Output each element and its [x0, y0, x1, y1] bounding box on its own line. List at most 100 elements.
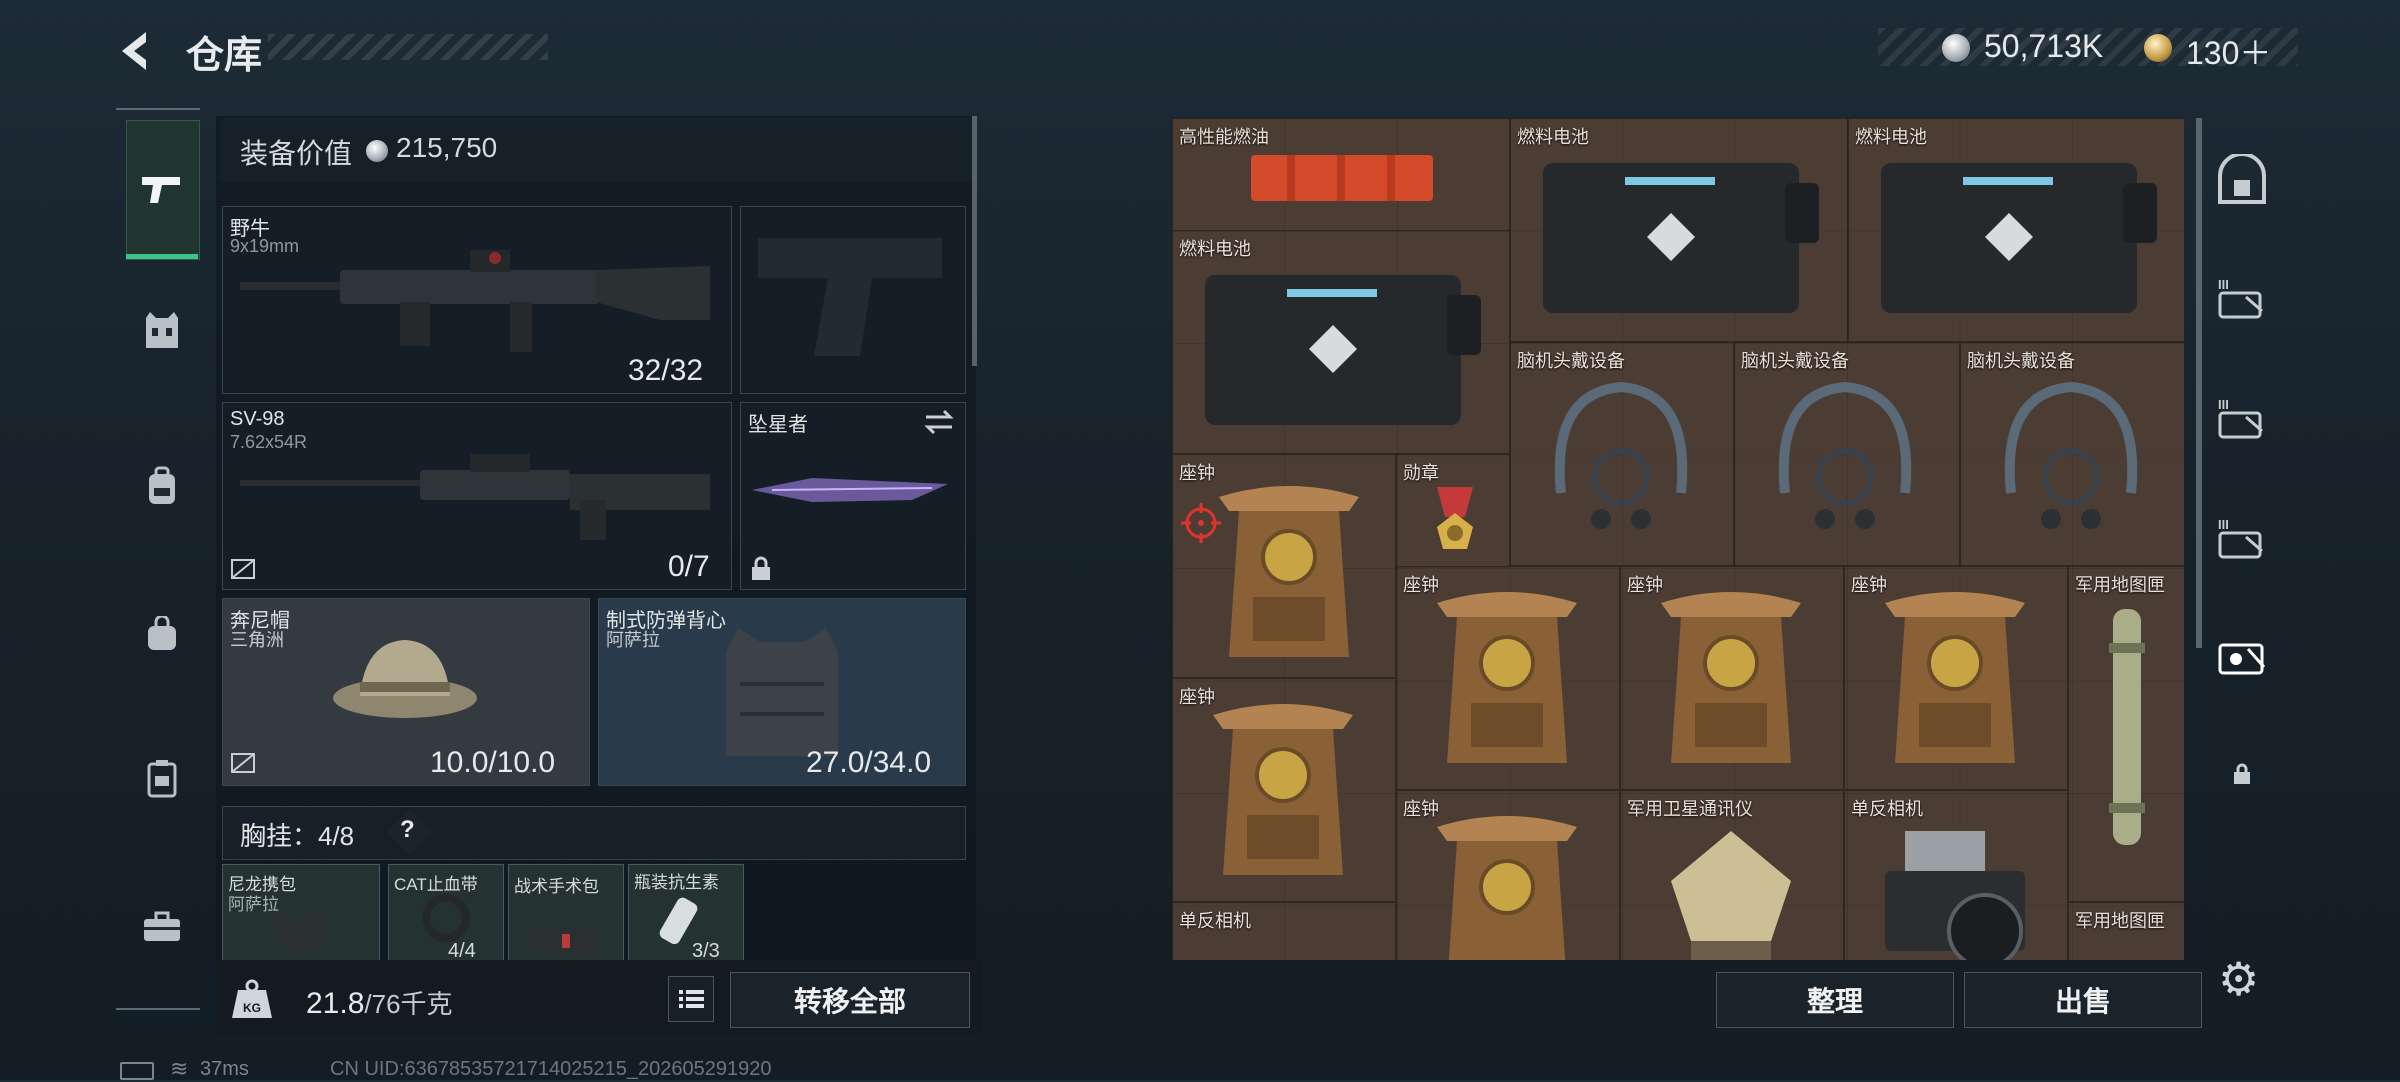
primary-weapon-ammo: 32/32 — [628, 354, 704, 387]
settings-gear-icon[interactable]: ⚙ — [2218, 952, 2259, 1006]
equipment-value-label: 装备价值 — [240, 138, 353, 169]
gold-coin-icon — [2144, 34, 2172, 62]
silver-currency-value: 50,713K — [1984, 28, 2104, 64]
grid-item[interactable]: 座钟 — [1844, 566, 2068, 790]
ping-readout: 37ms — [200, 1058, 249, 1080]
grid-item[interactable]: 座钟 — [1172, 454, 1396, 678]
grid-item[interactable]: 座钟 — [1396, 790, 1620, 960]
medal-image — [1437, 487, 1473, 549]
rail-item-bag[interactable] — [132, 604, 192, 664]
rail-item-case[interactable]: III — [2214, 270, 2270, 326]
item-name: 军用地图匣 — [2075, 575, 2165, 595]
safe-box-icon — [2218, 154, 2266, 204]
item-name: 高性能燃油 — [1179, 127, 1269, 147]
list-view-button[interactable] — [668, 976, 714, 1022]
title-decoration — [268, 34, 548, 60]
brain-headset-image — [2004, 381, 2138, 529]
armor-sub: 阿萨拉 — [606, 630, 660, 650]
rail-item-toolbox[interactable] — [132, 896, 192, 956]
rail-item-locker[interactable] — [132, 748, 192, 808]
grid-item[interactable]: 脑机头戴设备 — [1960, 342, 2184, 566]
grid-item[interactable]: 座钟 — [1396, 566, 1620, 790]
bag-icon — [148, 616, 176, 650]
rail-item-armor[interactable] — [132, 300, 192, 360]
surgical-kit-image — [530, 926, 602, 956]
backpack-icon — [149, 466, 175, 504]
item-name: 军用地图匣 — [2075, 911, 2165, 931]
grid-item[interactable]: 军用卫星通讯仪 — [1620, 790, 1844, 960]
grid-item[interactable]: 座钟 — [1172, 678, 1396, 902]
rail-item-case[interactable]: III — [2214, 510, 2270, 566]
sell-button[interactable]: 出售 — [1964, 972, 2202, 1028]
page-title: 仓库 — [186, 35, 263, 77]
toolbox-icon — [144, 911, 180, 941]
boonie-hat-image — [333, 640, 477, 718]
grid-item[interactable]: 军用地图匣 — [2068, 566, 2184, 902]
map-tube-image — [2109, 609, 2145, 845]
weight-icon: KG — [232, 979, 272, 1018]
sniper-rifle-image — [240, 454, 710, 540]
swap-icon[interactable] — [922, 408, 956, 436]
back-button[interactable] — [112, 26, 162, 76]
rail-item-safe-box[interactable] — [2214, 152, 2270, 208]
silver-coin-icon — [1942, 34, 1970, 62]
melee-name: 坠星者 — [748, 414, 808, 436]
no-insure-icon — [231, 559, 255, 579]
knife-image — [752, 478, 948, 502]
svg-text:KG: KG — [243, 1001, 261, 1015]
nylon-pouch-image — [272, 906, 332, 958]
rail-item-case-selected[interactable] — [2214, 630, 2270, 686]
helmet-durability: 10.0/10.0 — [430, 746, 556, 779]
svg-text:III: III — [2218, 277, 2229, 292]
lock-icon — [2234, 763, 2250, 784]
pistol-icon — [142, 177, 180, 203]
grid-item[interactable]: 勋章 — [1396, 454, 1510, 568]
pistol-placeholder-icon — [758, 238, 942, 356]
case-tier3-icon: III — [2218, 397, 2263, 439]
rail-item-case[interactable]: III — [2214, 390, 2270, 446]
fuel-cell-image — [1881, 163, 2157, 313]
tourniquet-image — [422, 894, 470, 942]
grid-item[interactable]: 军用地图匣 — [2068, 902, 2184, 960]
grid-item[interactable]: 燃料电池 — [1848, 118, 2184, 342]
back-arrow-icon — [122, 32, 146, 70]
pouch-name: 战术手术包 — [514, 877, 599, 896]
transfer-all-button[interactable]: 转移全部 — [730, 972, 970, 1028]
rail-item-weapons[interactable] — [126, 150, 198, 230]
grid-item[interactable]: 脑机头戴设备 — [1510, 342, 1734, 566]
weight-max: /76千克 — [364, 989, 453, 1019]
fuel-can-image — [1251, 155, 1433, 201]
secondary-weapon-ammo: 0/7 — [668, 550, 710, 583]
brain-headset-image — [1554, 381, 1688, 529]
body-armor-image — [726, 628, 838, 756]
grid-item[interactable]: 座钟 — [1620, 566, 1844, 790]
grid-item[interactable]: 燃料电池 — [1510, 118, 1848, 342]
container-grid: 高性能燃油 燃料电池 燃料电池 燃料电池 脑机头戴设备 脑机头戴设备 脑机头戴设… — [1172, 118, 2184, 960]
sort-button[interactable]: 整理 — [1716, 972, 1954, 1028]
wifi-icon: ≋ — [170, 1056, 189, 1081]
desk-clock-image — [1219, 486, 1359, 657]
rail-item-backpack[interactable] — [132, 456, 192, 516]
rail-item-locked — [2214, 746, 2270, 802]
desk-clock-image — [1213, 704, 1353, 875]
satellite-comm-image — [1671, 831, 1791, 960]
grid-item[interactable]: 燃料电池 — [1172, 230, 1510, 454]
rifle-image — [240, 250, 710, 352]
desk-clock-image — [1437, 592, 1577, 763]
grid-item[interactable]: 脑机头戴设备 — [1734, 342, 1960, 566]
help-mark: ? — [400, 816, 415, 843]
desk-clock-image — [1437, 816, 1577, 960]
gold-currency-value[interactable]: 130＋ — [2186, 28, 2271, 74]
item-name: 单反相机 — [1179, 911, 1251, 931]
grid-item[interactable]: 单反相机 — [1844, 790, 2068, 960]
desk-clock-image — [1885, 592, 2025, 763]
svg-text:III: III — [2218, 517, 2229, 532]
grid-item[interactable]: 高性能燃油 — [1172, 118, 1510, 232]
rail-active-indicator — [126, 254, 198, 259]
equipment-scrollbar[interactable] — [972, 116, 977, 366]
locker-icon — [147, 760, 177, 798]
grid-item[interactable]: 单反相机 — [1172, 902, 1396, 960]
item-name: 勋章 — [1403, 463, 1439, 483]
helmet-sub: 三角洲 — [230, 630, 284, 650]
silver-coin-icon — [366, 140, 388, 162]
